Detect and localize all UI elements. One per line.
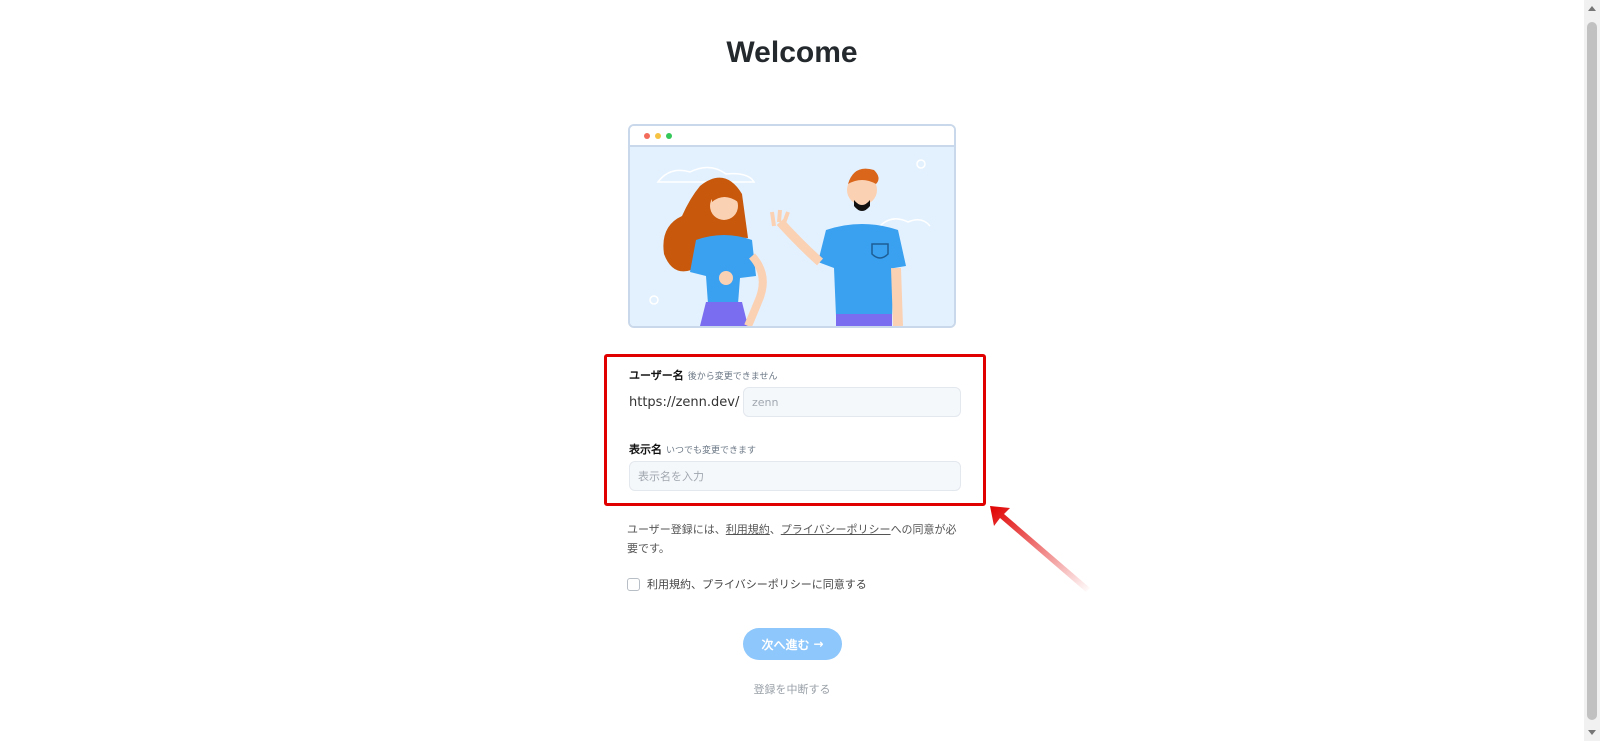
agree-checkbox[interactable] xyxy=(627,577,640,591)
display-name-hint: いつでも変更できます xyxy=(666,446,757,456)
cancel-registration-label[interactable]: 登録を中断する xyxy=(754,683,831,696)
profile-form-highlight: ユーザー名後から変更できません https://zenn.dev/ 表示名いつで… xyxy=(604,354,986,506)
window-dot-green-icon xyxy=(666,133,672,139)
woman-skirt xyxy=(700,302,748,326)
agree-checkbox-row[interactable]: 利用規約、プライバシーポリシーに同意する xyxy=(627,575,867,593)
scroll-thumb[interactable] xyxy=(1587,22,1597,720)
agreement-separator: 、 xyxy=(769,523,781,536)
scroll-down-icon[interactable] xyxy=(1588,730,1596,735)
window-dot-red-icon xyxy=(644,133,650,139)
terms-link[interactable]: 利用規約 xyxy=(726,523,770,536)
red-arrow-icon xyxy=(990,506,1090,592)
display-name-label-row: 表示名 いつでも変更できます xyxy=(629,441,756,457)
username-label: ユーザー名 xyxy=(629,369,684,382)
cancel-registration-link[interactable]: 登録を中断する xyxy=(0,681,1584,697)
display-name-input[interactable] xyxy=(629,461,961,491)
display-name-label: 表示名 xyxy=(629,443,662,456)
privacy-policy-link[interactable]: プライバシーポリシー xyxy=(781,523,891,536)
page-scrollbar[interactable] xyxy=(1584,0,1600,741)
username-url-prefix: https://zenn.dev/ xyxy=(629,395,740,410)
agree-checkbox-label: 利用規約、プライバシーポリシーに同意する xyxy=(647,578,867,591)
agreement-text-before: ユーザー登録には、 xyxy=(627,523,726,536)
arrow-right-icon: → xyxy=(813,637,824,651)
illustration-svg xyxy=(630,126,954,326)
agreement-notice: ユーザー登録には、利用規約、プライバシーポリシーへの同意が必要です。 xyxy=(627,520,967,558)
next-button[interactable]: 次へ進む → xyxy=(743,628,842,660)
page-title: Welcome xyxy=(726,36,858,69)
welcome-illustration xyxy=(628,124,956,328)
window-dot-yellow-icon xyxy=(655,133,661,139)
scroll-up-icon[interactable] xyxy=(1588,6,1596,11)
next-button-label: 次へ進む xyxy=(761,637,810,652)
welcome-page: Welcome ユーザー名 後から変更できません https://zenn.de… xyxy=(0,0,1600,741)
username-label-row: ユーザー名 後から変更できません xyxy=(629,367,778,383)
username-input[interactable] xyxy=(743,387,961,417)
username-hint: 後から変更できません xyxy=(687,372,778,382)
man-pants xyxy=(836,314,892,326)
